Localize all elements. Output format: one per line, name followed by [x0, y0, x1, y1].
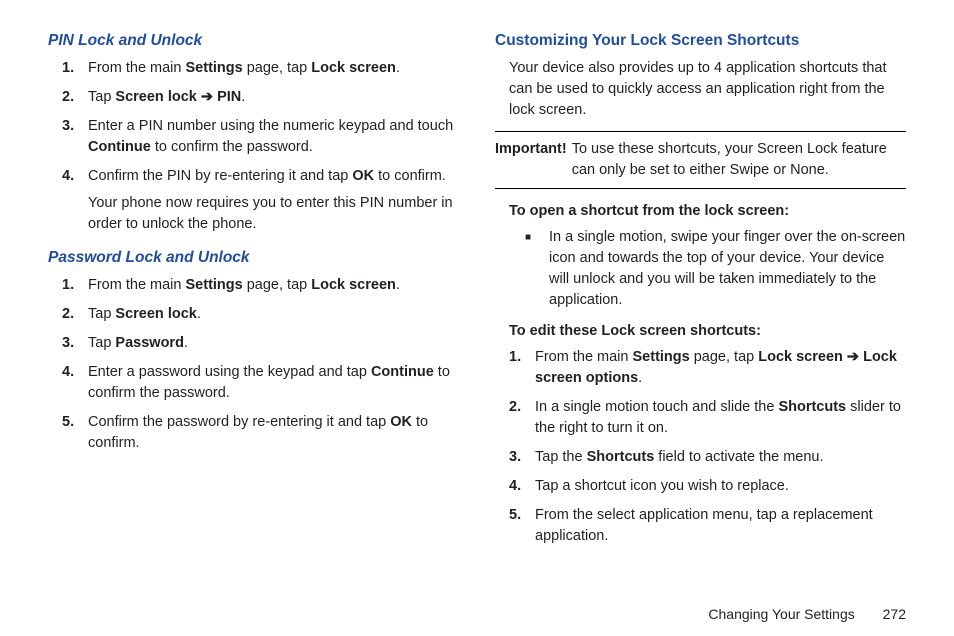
step-number: 3.: [509, 447, 535, 468]
step-body: Confirm the password by re-entering it a…: [88, 412, 459, 454]
open-shortcut-heading: To open a shortcut from the lock screen:: [495, 203, 906, 219]
open-shortcut-text: In a single motion, swipe your finger ov…: [549, 227, 906, 311]
bold-term: Lock screen: [311, 60, 396, 76]
step-number: 5.: [62, 412, 88, 454]
step-text: From the main Settings page, tap Lock sc…: [535, 347, 906, 389]
arrow-icon: ➔: [201, 89, 213, 105]
step-body: From the main Settings page, tap Lock sc…: [88, 58, 459, 79]
step-number: 1.: [62, 275, 88, 296]
important-note: Important! To use these shortcuts, your …: [495, 131, 906, 189]
step-body: From the main Settings page, tap Lock sc…: [88, 275, 459, 296]
bold-term: Screen lock: [115, 89, 196, 105]
bold-term: Shortcuts: [587, 449, 655, 465]
step-text: Tap Screen lock.: [88, 304, 459, 325]
step-text: Enter a password using the keypad and ta…: [88, 362, 459, 404]
left-column: PIN Lock and Unlock 1.From the main Sett…: [48, 32, 459, 561]
list-item: 5.Confirm the password by re-entering it…: [62, 412, 459, 454]
step-text: Enter a PIN number using the numeric key…: [88, 116, 459, 158]
bold-term: Password: [115, 335, 184, 351]
step-body: Tap Screen lock ➔ PIN.: [88, 87, 459, 108]
step-text: Tap Password.: [88, 333, 459, 354]
bold-term: Settings: [633, 349, 690, 365]
step-number: 4.: [509, 476, 535, 497]
step-body: Tap Screen lock.: [88, 304, 459, 325]
step-text: Confirm the password by re-entering it a…: [88, 412, 459, 454]
step-number: 2.: [62, 304, 88, 325]
pwd-heading: Password Lock and Unlock: [48, 249, 459, 267]
bold-term: Settings: [186, 277, 243, 293]
step-body: Confirm the PIN by re-entering it and ta…: [88, 166, 459, 235]
open-shortcut-bullet: ■ In a single motion, swipe your finger …: [495, 227, 906, 311]
step-extra: Your phone now requires you to enter thi…: [88, 193, 459, 235]
footer-page: 272: [883, 606, 906, 622]
step-body: Enter a password using the keypad and ta…: [88, 362, 459, 404]
bold-term: Settings: [186, 60, 243, 76]
step-number: 5.: [509, 505, 535, 547]
bullet-icon: ■: [525, 227, 549, 311]
bold-term: PIN: [217, 89, 241, 105]
arrow-icon: ➔: [847, 349, 859, 365]
step-body: Tap a shortcut icon you wish to replace.: [535, 476, 906, 497]
step-text: From the main Settings page, tap Lock sc…: [88, 275, 459, 296]
bold-term: Continue: [371, 364, 434, 380]
step-number: 4.: [62, 166, 88, 235]
customizing-heading: Customizing Your Lock Screen Shortcuts: [495, 32, 906, 50]
step-body: Tap the Shortcuts field to activate the …: [535, 447, 906, 468]
bold-term: OK: [390, 414, 412, 430]
step-body: From the select application menu, tap a …: [535, 505, 906, 547]
step-number: 4.: [62, 362, 88, 404]
step-number: 1.: [509, 347, 535, 389]
list-item: 3.Tap the Shortcuts field to activate th…: [509, 447, 906, 468]
list-item: 4.Tap a shortcut icon you wish to replac…: [509, 476, 906, 497]
bold-term: Continue: [88, 139, 151, 155]
step-number: 3.: [62, 116, 88, 158]
pwd-steps: 1.From the main Settings page, tap Lock …: [48, 275, 459, 454]
step-number: 2.: [62, 87, 88, 108]
important-text: To use these shortcuts, your Screen Lock…: [572, 139, 906, 181]
step-body: From the main Settings page, tap Lock sc…: [535, 347, 906, 389]
step-text: Tap a shortcut icon you wish to replace.: [535, 476, 906, 497]
edit-steps: 1.From the main Settings page, tap Lock …: [495, 347, 906, 547]
list-item: 3.Enter a PIN number using the numeric k…: [62, 116, 459, 158]
bold-term: Screen lock: [115, 306, 196, 322]
right-column: Customizing Your Lock Screen Shortcuts Y…: [495, 32, 906, 561]
step-body: Enter a PIN number using the numeric key…: [88, 116, 459, 158]
bold-term: Lock screen options: [535, 349, 897, 386]
footer-section: Changing Your Settings: [708, 606, 854, 622]
bold-term: Lock screen: [311, 277, 396, 293]
list-item: 2.Tap Screen lock.: [62, 304, 459, 325]
list-item: 5.From the select application menu, tap …: [509, 505, 906, 547]
step-text: From the main Settings page, tap Lock sc…: [88, 58, 459, 79]
edit-shortcuts-heading: To edit these Lock screen shortcuts:: [495, 323, 906, 339]
list-item: 3.Tap Password.: [62, 333, 459, 354]
list-item: 4.Enter a password using the keypad and …: [62, 362, 459, 404]
step-body: Tap Password.: [88, 333, 459, 354]
step-text: Confirm the PIN by re-entering it and ta…: [88, 166, 459, 187]
list-item: 4.Confirm the PIN by re-entering it and …: [62, 166, 459, 235]
list-item: 1.From the main Settings page, tap Lock …: [62, 275, 459, 296]
list-item: 1.From the main Settings page, tap Lock …: [62, 58, 459, 79]
pin-heading: PIN Lock and Unlock: [48, 32, 459, 50]
step-number: 2.: [509, 397, 535, 439]
bold-term: Shortcuts: [778, 399, 846, 415]
step-text: Tap the Shortcuts field to activate the …: [535, 447, 906, 468]
page-footer: Changing Your Settings 272: [708, 606, 906, 622]
step-text: Tap Screen lock ➔ PIN.: [88, 87, 459, 108]
step-number: 3.: [62, 333, 88, 354]
step-text: From the select application menu, tap a …: [535, 505, 906, 547]
step-text: In a single motion touch and slide the S…: [535, 397, 906, 439]
list-item: 2.Tap Screen lock ➔ PIN.: [62, 87, 459, 108]
bold-term: OK: [352, 168, 374, 184]
step-body: In a single motion touch and slide the S…: [535, 397, 906, 439]
step-number: 1.: [62, 58, 88, 79]
list-item: 1.From the main Settings page, tap Lock …: [509, 347, 906, 389]
intro-text: Your device also provides up to 4 applic…: [495, 58, 906, 121]
list-item: 2.In a single motion touch and slide the…: [509, 397, 906, 439]
pin-steps: 1.From the main Settings page, tap Lock …: [48, 58, 459, 235]
bold-term: Lock screen: [758, 349, 843, 365]
important-label: Important!: [495, 139, 572, 181]
